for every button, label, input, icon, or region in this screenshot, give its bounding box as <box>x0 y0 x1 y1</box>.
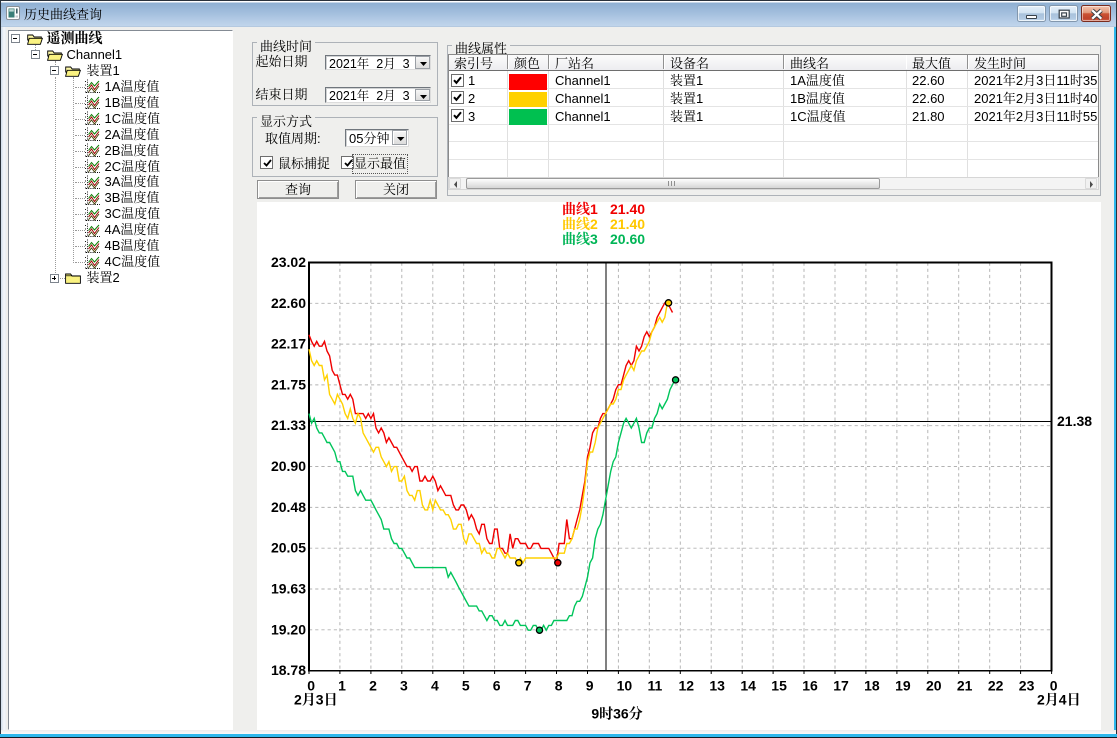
svg-text:17: 17 <box>833 678 849 694</box>
svg-text:21.33: 21.33 <box>271 417 306 433</box>
svg-text:15: 15 <box>771 678 787 694</box>
svg-text:6: 6 <box>493 678 501 694</box>
svg-text:18: 18 <box>864 678 880 694</box>
svg-text:4: 4 <box>431 678 439 694</box>
svg-text:19.63: 19.63 <box>271 581 306 597</box>
svg-text:5: 5 <box>462 678 470 694</box>
svg-text:10: 10 <box>617 678 633 694</box>
svg-text:20.90: 20.90 <box>271 458 306 474</box>
svg-text:23: 23 <box>1019 678 1035 694</box>
svg-text:9: 9 <box>586 678 594 694</box>
svg-text:7: 7 <box>524 678 532 694</box>
svg-text:3: 3 <box>400 678 408 694</box>
svg-text:9时36分: 9时36分 <box>591 706 642 722</box>
svg-text:2月3日: 2月3日 <box>294 692 338 708</box>
svg-text:19.20: 19.20 <box>271 621 306 637</box>
svg-text:2: 2 <box>369 678 377 694</box>
svg-text:22.17: 22.17 <box>271 336 306 352</box>
svg-text:20.48: 20.48 <box>271 499 306 515</box>
svg-text:20: 20 <box>926 678 942 694</box>
svg-text:13: 13 <box>709 678 725 694</box>
svg-text:18.78: 18.78 <box>271 662 306 678</box>
svg-text:21.75: 21.75 <box>271 376 306 392</box>
svg-text:16: 16 <box>802 678 818 694</box>
svg-text:11: 11 <box>648 678 663 694</box>
svg-text:1: 1 <box>338 678 346 694</box>
svg-text:19: 19 <box>895 678 911 694</box>
svg-text:14: 14 <box>740 678 756 694</box>
svg-text:21: 21 <box>957 678 973 694</box>
svg-text:12: 12 <box>679 678 695 694</box>
svg-text:20.05: 20.05 <box>271 540 306 556</box>
svg-text:21.38: 21.38 <box>1057 413 1092 429</box>
svg-text:2月4日: 2月4日 <box>1037 692 1081 708</box>
svg-text:22: 22 <box>988 678 1004 694</box>
svg-text:8: 8 <box>555 678 563 694</box>
svg-text:22.60: 22.60 <box>271 295 306 311</box>
svg-text:23.02: 23.02 <box>271 254 306 270</box>
